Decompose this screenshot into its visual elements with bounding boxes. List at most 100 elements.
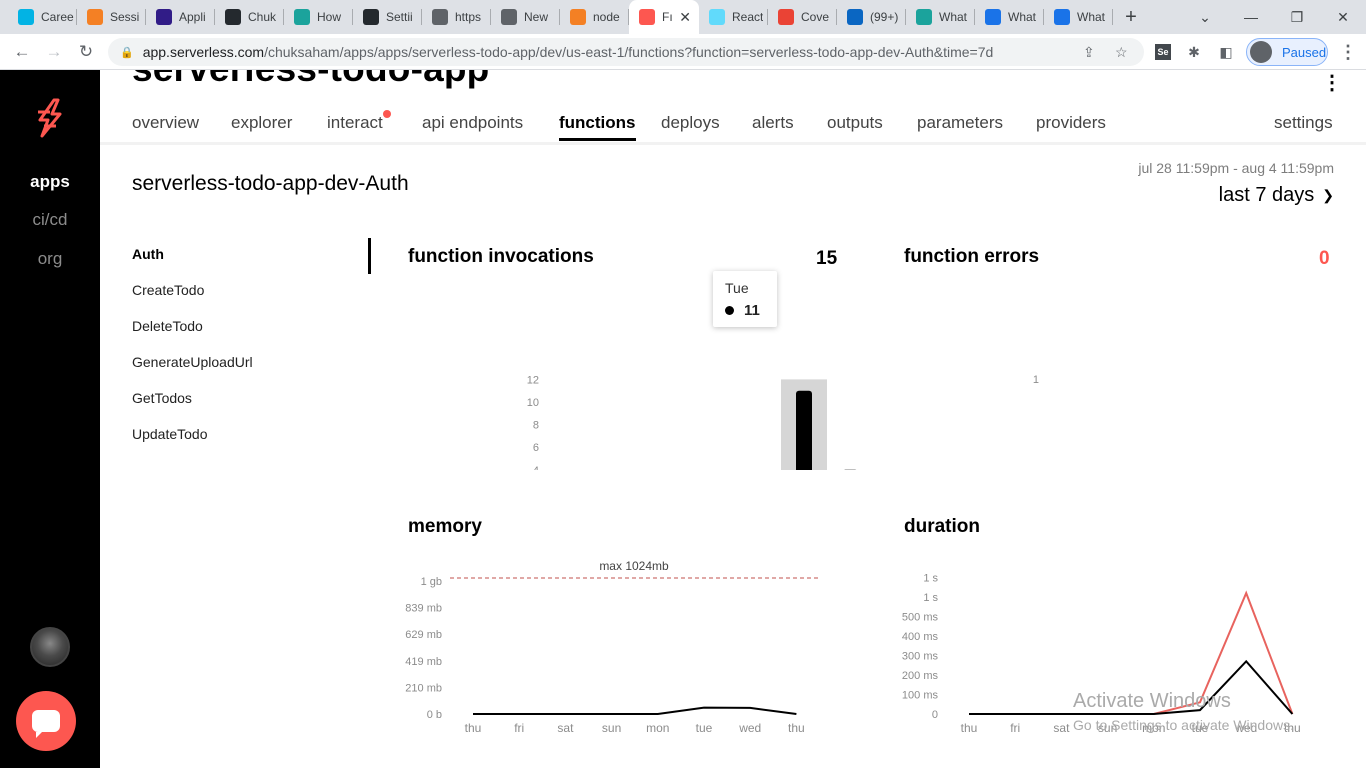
max-label: max 1024mb xyxy=(599,559,669,573)
apollo-icon xyxy=(156,9,172,25)
period-selector[interactable]: last 7 days ❯ xyxy=(1219,184,1334,207)
close-window-icon[interactable]: ✕ xyxy=(1320,0,1366,34)
browser-toolbar: ← → ↻ 🔒 app.serverless.com/chuksaham/app… xyxy=(0,34,1366,70)
function-item-updatetodo[interactable]: UpdateTodo xyxy=(132,426,372,462)
browser-tab[interactable]: Fı ✕ xyxy=(629,0,699,34)
y-tick-label: 6 xyxy=(533,442,539,454)
errors-title: function errors xyxy=(904,246,1040,267)
close-tab-icon[interactable]: ✕ xyxy=(679,9,691,26)
browser-tab[interactable]: Appli xyxy=(146,0,215,34)
browser-tab[interactable]: What xyxy=(975,0,1044,34)
chat-button[interactable] xyxy=(16,691,76,751)
chat-icon xyxy=(32,710,60,738)
y-tick-label: 419 mb xyxy=(405,656,442,668)
browser-tab[interactable]: Cove xyxy=(768,0,837,34)
function-item-generateuploadurl[interactable]: GenerateUploadUrl xyxy=(132,354,372,390)
eye-icon xyxy=(294,9,310,25)
y-tick-label: 629 mb xyxy=(405,629,442,641)
extensions-icon[interactable]: ✱ xyxy=(1184,42,1204,62)
sidebar-item-org[interactable]: org xyxy=(0,249,100,269)
function-item-gettodos[interactable]: GetTodos xyxy=(132,390,372,426)
browser-menu-icon[interactable]: ⋮ xyxy=(1338,42,1358,62)
watermark-line-2: Go to Settings to activate Windows. xyxy=(1073,717,1294,733)
share-icon[interactable]: ⇪ xyxy=(1083,44,1095,61)
globe-icon xyxy=(432,9,448,25)
url-path: /chuksaham/apps/apps/serverless-todo-app… xyxy=(264,44,994,60)
new-tab-icon[interactable]: + xyxy=(1113,0,1149,34)
memory-title: memory xyxy=(408,516,482,537)
function-title: serverless-todo-app-dev-Auth xyxy=(132,172,409,195)
sidebar-item-cicd[interactable]: ci/cd xyxy=(0,210,100,230)
minimize-icon[interactable]: — xyxy=(1228,0,1274,34)
sidebar-item-apps[interactable]: apps xyxy=(0,172,100,192)
browser-tab[interactable]: React xyxy=(699,0,768,34)
user-avatar[interactable] xyxy=(30,627,70,667)
browser-tab[interactable]: (99+) xyxy=(837,0,906,34)
browser-tab[interactable]: Chuk xyxy=(215,0,284,34)
series-dot-icon xyxy=(725,306,734,315)
x-tick-label: sat xyxy=(1053,721,1070,735)
y-tick-label: 210 mb xyxy=(405,682,442,694)
duration-panel: duration xyxy=(904,516,1334,546)
selenium-extension-icon[interactable]: Se xyxy=(1153,42,1173,62)
notification-dot xyxy=(383,110,391,118)
browser-tab[interactable]: https xyxy=(422,0,491,34)
bookmark-star-icon[interactable]: ☆ xyxy=(1115,44,1128,61)
y-tick-label: 500 ms xyxy=(902,612,939,624)
serverless-logo-icon[interactable] xyxy=(30,98,70,138)
duration-title: duration xyxy=(904,516,980,537)
browser-tab[interactable]: Sessi xyxy=(77,0,146,34)
browser-tab[interactable]: What xyxy=(1044,0,1113,34)
invocations-chart[interactable]: thufrisatsunmontuewedthu024681012 xyxy=(400,295,860,470)
browser-tab-title: Sessi xyxy=(110,10,140,24)
browser-tab[interactable]: node xyxy=(560,0,629,34)
tab-overview[interactable]: overview xyxy=(132,113,199,133)
tabs-divider xyxy=(100,142,1366,145)
windows-watermark: Activate Windows Go to Settings to activ… xyxy=(1073,690,1294,733)
function-list: Auth CreateTodo DeleteTodo GenerateUploadUr… xyxy=(132,246,372,462)
more-options-icon[interactable]: ⋮ xyxy=(1322,70,1342,95)
tab-alerts[interactable]: alerts xyxy=(752,113,794,133)
tab-deploys[interactable]: deploys xyxy=(661,113,720,133)
profile-avatar xyxy=(1250,41,1272,63)
y-tick-label: 1 s xyxy=(923,592,938,604)
browser-tab[interactable]: Settii xyxy=(353,0,422,34)
github-icon xyxy=(363,9,379,25)
profile-button[interactable]: Paused xyxy=(1246,38,1328,66)
browser-tab-title: React xyxy=(732,10,764,24)
browser-tab-title: Appli xyxy=(179,10,206,24)
restore-icon[interactable]: ❐ xyxy=(1274,0,1320,34)
c-icon xyxy=(1054,9,1070,25)
tab-settings[interactable]: settings xyxy=(1274,113,1333,133)
address-bar[interactable]: 🔒 app.serverless.com/chuksaham/apps/apps… xyxy=(108,38,1144,66)
browser-tab[interactable]: What xyxy=(906,0,975,34)
side-panel-icon[interactable]: ◧ xyxy=(1216,42,1236,62)
forward-icon[interactable]: → xyxy=(42,40,66,64)
browser-tab-title: Chuk xyxy=(248,10,277,24)
tab-functions[interactable]: functions xyxy=(559,113,636,141)
back-icon[interactable]: ← xyxy=(10,40,34,64)
browser-tab[interactable]: Caree xyxy=(8,0,77,34)
browser-tab[interactable]: How xyxy=(284,0,353,34)
box-icon xyxy=(87,9,103,25)
browser-tab[interactable]: New xyxy=(491,0,560,34)
tab-search-icon[interactable]: ⌄ xyxy=(1182,0,1228,34)
chrome-icon xyxy=(501,9,517,25)
reload-icon[interactable]: ↻ xyxy=(74,40,98,64)
function-item-deletetodo[interactable]: DeleteTodo xyxy=(132,318,372,354)
tab-outputs[interactable]: outputs xyxy=(827,113,883,133)
function-item-createtodo[interactable]: CreateTodo xyxy=(132,282,372,318)
tab-providers[interactable]: providers xyxy=(1036,113,1106,133)
linkedin-icon xyxy=(847,9,863,25)
watermark-line-1: Activate Windows xyxy=(1073,690,1231,712)
memory-chart[interactable]: thu fri sat sun mon tue wed thu 0 b 210 mb 419 mb 6… xyxy=(370,558,860,738)
y-tick-label: 100 ms xyxy=(902,690,939,702)
errors-chart[interactable]: thufrisatsunmontuewedthu01 xyxy=(896,295,1356,470)
y-tick-label: 200 ms xyxy=(902,670,939,682)
function-item-auth[interactable]: Auth xyxy=(132,246,372,282)
browser-tab-title: (99+) xyxy=(870,10,899,24)
tab-parameters[interactable]: parameters xyxy=(917,113,1003,133)
tab-api-endpoints[interactable]: api endpoints xyxy=(422,113,523,133)
tab-explorer[interactable]: explorer xyxy=(231,113,292,133)
tab-interact[interactable]: interact xyxy=(327,113,383,133)
